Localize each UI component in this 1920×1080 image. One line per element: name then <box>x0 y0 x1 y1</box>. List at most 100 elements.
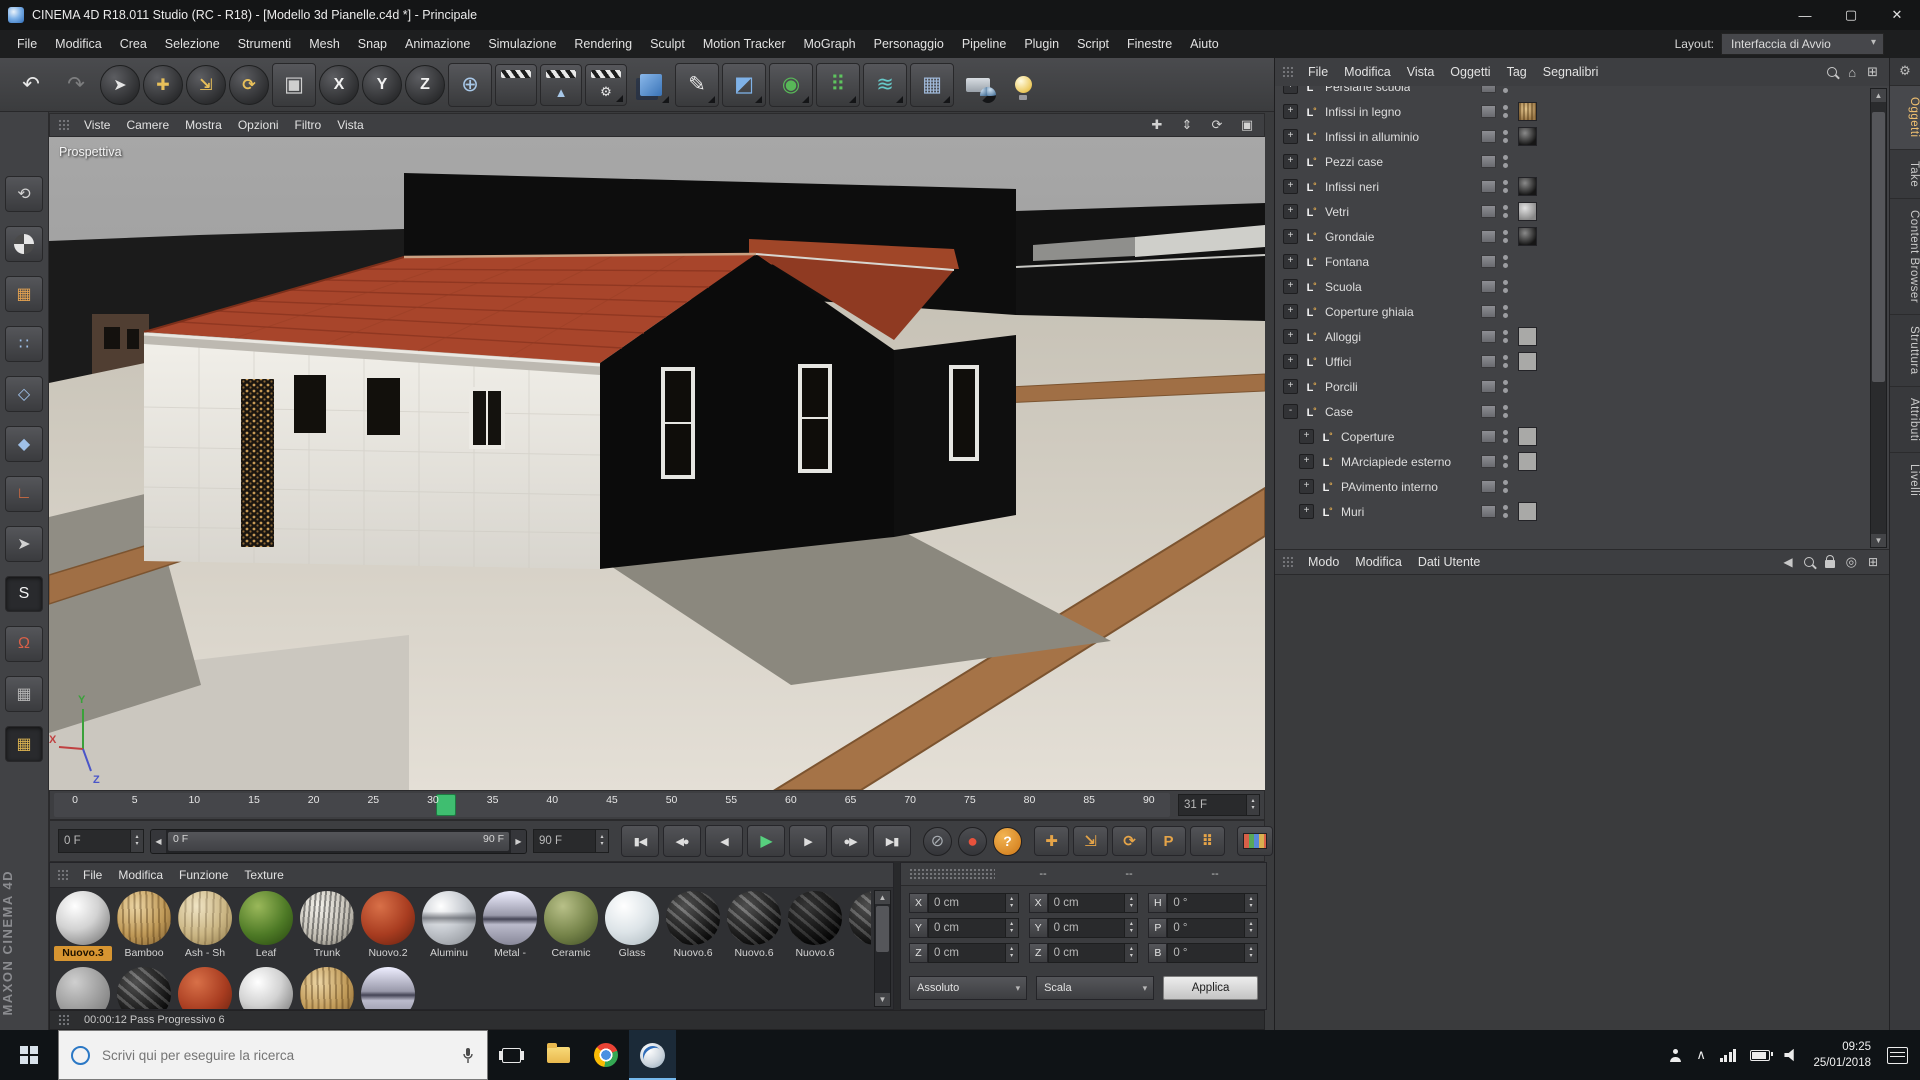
viewport-canvas[interactable]: Y X Z Prospettiva <box>49 137 1265 790</box>
material-name[interactable]: Nuovo.6 <box>786 946 844 961</box>
material-chip[interactable] <box>1518 502 1537 521</box>
cinema4d-taskbar-button[interactable] <box>629 1030 676 1080</box>
pos-x-spinner[interactable] <box>1006 893 1019 913</box>
layer-tag-icon[interactable] <box>1481 480 1496 493</box>
rotate-view-icon[interactable]: ⟳ <box>1208 117 1226 133</box>
expand-toggle-icon[interactable]: + <box>1283 154 1298 169</box>
object-row[interactable]: + Fontana <box>1275 249 1889 274</box>
visibility-dots-icon[interactable] <box>1503 380 1508 393</box>
menu-item[interactable]: Script <box>1068 33 1118 55</box>
layer-tag-icon[interactable] <box>1481 255 1496 268</box>
visibility-dots-icon[interactable] <box>1503 180 1508 193</box>
material-sphere[interactable] <box>361 891 415 945</box>
expand-toggle-icon[interactable]: + <box>1283 104 1298 119</box>
menu-item[interactable]: Rendering <box>565 33 641 55</box>
visibility-dots-icon[interactable] <box>1503 405 1508 418</box>
material-sphere[interactable] <box>178 967 232 1010</box>
size-group-dropdown[interactable]: -- <box>1086 868 1172 880</box>
rot-p-input[interactable]: 0 ° <box>1167 918 1245 938</box>
object-label[interactable]: Grondaie <box>1325 230 1374 244</box>
layer-tag-icon[interactable] <box>1481 330 1496 343</box>
pos-x-input[interactable]: 0 cm <box>928 893 1006 913</box>
panel-drag-handle[interactable] <box>909 868 995 881</box>
material-sphere[interactable] <box>605 891 659 945</box>
material-name[interactable]: Nuovo.2 <box>359 946 417 961</box>
menu-item[interactable]: Simulazione <box>479 33 565 55</box>
range-right-arrow[interactable]: ▶ <box>511 830 526 853</box>
object-label[interactable]: Scuola <box>1325 280 1362 294</box>
task-view-button[interactable] <box>488 1030 535 1080</box>
object-row[interactable]: + Infissi neri <box>1275 174 1889 199</box>
material-item[interactable] <box>359 966 417 1010</box>
material-chip[interactable] <box>1518 427 1537 446</box>
layer-tag-icon[interactable] <box>1481 105 1496 118</box>
material-name[interactable]: Nuovo.3 <box>54 946 112 961</box>
chrome-button[interactable] <box>582 1030 629 1080</box>
active-tool-icon[interactable]: ▣ <box>272 63 316 107</box>
visibility-dots-icon[interactable] <box>1503 430 1508 443</box>
key-scale-button[interactable]: ⇲ <box>1073 826 1108 856</box>
material-item[interactable] <box>176 966 234 1010</box>
polygons-mode-icon[interactable]: ◆ <box>5 426 43 462</box>
menu-item[interactable]: Opzioni <box>230 116 287 134</box>
material-item[interactable]: Bamboo <box>115 890 173 964</box>
visibility-dots-icon[interactable] <box>1503 130 1508 143</box>
layer-tag-icon[interactable] <box>1481 355 1496 368</box>
panel-drag-handle[interactable] <box>58 119 69 132</box>
material-chip[interactable] <box>1518 177 1537 196</box>
expand-toggle-icon[interactable]: + <box>1283 254 1298 269</box>
object-label[interactable]: Porcili <box>1325 380 1358 394</box>
material-sphere[interactable] <box>361 967 415 1010</box>
visibility-dots-icon[interactable] <box>1503 480 1508 493</box>
object-row[interactable]: + Infissi in alluminio <box>1275 124 1889 149</box>
rot-h-input[interactable]: 0 ° <box>1167 893 1245 913</box>
rotate-icon[interactable]: ⟳ <box>229 65 269 105</box>
pos-y-spinner[interactable] <box>1006 918 1019 938</box>
magnet-icon[interactable]: Ω <box>5 626 43 662</box>
timeline-tick[interactable]: 50 <box>661 794 683 817</box>
tab-take[interactable]: Take <box>1890 149 1920 198</box>
expand-toggle-icon[interactable]: + <box>1299 454 1314 469</box>
layout-dropdown[interactable]: Interfaccia di Avvio <box>1721 33 1884 55</box>
menu-item[interactable]: Segnalibri <box>1535 62 1607 82</box>
menu-item[interactable]: Pipeline <box>953 33 1015 55</box>
material-chip[interactable] <box>1518 127 1537 146</box>
expand-toggle-icon[interactable]: + <box>1283 229 1298 244</box>
timeline-tick[interactable]: 70 <box>899 794 921 817</box>
object-row[interactable]: + Coperture ghiaia <box>1275 299 1889 324</box>
menu-item[interactable]: Animazione <box>396 33 479 55</box>
camera-icon[interactable] <box>957 64 999 106</box>
edges-mode-icon[interactable]: ◇ <box>5 376 43 412</box>
object-row[interactable]: + Persiane scuola <box>1275 86 1889 99</box>
render-picture-viewer-icon[interactable]: ▲ <box>540 64 582 106</box>
battery-icon[interactable] <box>1750 1050 1770 1061</box>
expand-toggle-icon[interactable]: + <box>1299 504 1314 519</box>
material-sphere[interactable] <box>483 891 537 945</box>
material-chip[interactable] <box>1518 227 1537 246</box>
render-view-icon[interactable] <box>495 64 537 106</box>
menu-item[interactable]: Tag <box>1499 62 1535 82</box>
material-sphere[interactable] <box>239 967 293 1010</box>
range-handle[interactable] <box>168 832 509 851</box>
taskbar-search[interactable] <box>58 1030 488 1080</box>
menu-item[interactable]: Modifica <box>46 33 111 55</box>
material-chip[interactable] <box>1518 102 1537 121</box>
object-row[interactable]: + Vetri <box>1275 199 1889 224</box>
timeline-tick[interactable]: 10 <box>183 794 205 817</box>
timeline-ruler[interactable]: 051015202530354045505560657075808590 <box>54 793 1170 817</box>
rot-h-spinner[interactable] <box>1245 893 1258 913</box>
menu-item[interactable]: Sculpt <box>641 33 694 55</box>
expand-toggle-icon[interactable]: + <box>1299 429 1314 444</box>
range-left-arrow[interactable]: ◀ <box>151 830 166 853</box>
gear-icon[interactable]: ⚙ <box>1899 63 1911 79</box>
maximize-view-icon[interactable]: ▣ <box>1238 117 1256 133</box>
main-house[interactable] <box>144 254 1016 569</box>
primitive-cube-icon[interactable] <box>630 64 672 106</box>
material-item[interactable] <box>54 966 112 1010</box>
range-end-spinner[interactable] <box>596 829 609 853</box>
material-item[interactable]: Nuovo.3 <box>54 890 112 964</box>
material-item[interactable] <box>298 966 356 1010</box>
material-sphere[interactable] <box>56 891 110 945</box>
undo-icon[interactable]: ↶ <box>10 64 52 106</box>
material-name[interactable]: Ash - Sh <box>176 946 234 961</box>
